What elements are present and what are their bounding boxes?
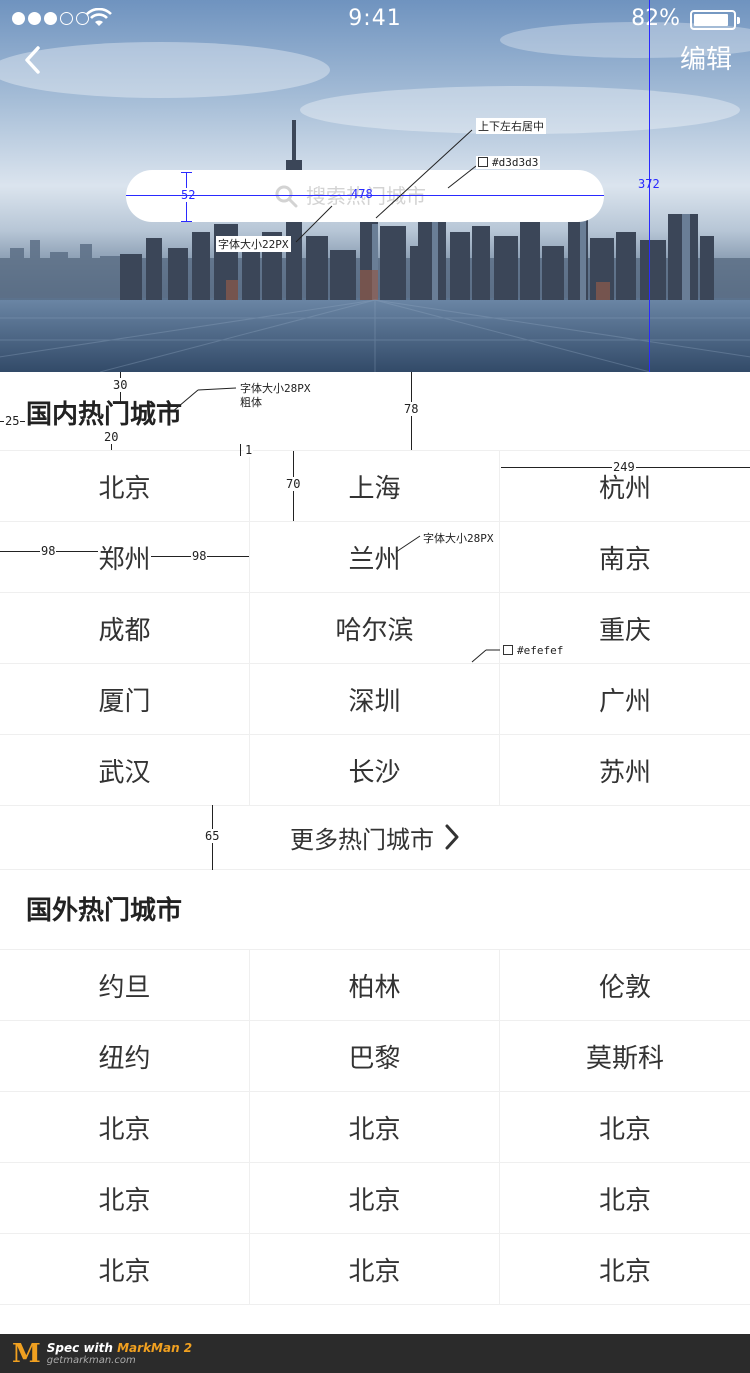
annotation-leaders — [171, 129, 500, 663]
measure-label: 98 — [40, 544, 57, 558]
note-search-color-text: #d3d3d3 — [492, 156, 539, 169]
city-cell[interactable]: 苏州 — [500, 735, 750, 805]
city-cell[interactable]: 约旦 — [0, 950, 250, 1020]
measure-line — [240, 444, 241, 456]
city-cell[interactable]: 长沙 — [250, 735, 500, 805]
note-title-font: 字体大小28PX 粗体 — [240, 382, 311, 410]
note-cell-font: 字体大小28PX — [421, 530, 496, 546]
city-cell[interactable]: 纽约 — [0, 1021, 250, 1091]
city-cell[interactable]: 莫斯科 — [500, 1021, 750, 1091]
city-cell[interactable]: 北京 — [250, 1092, 500, 1162]
city-cell[interactable]: 武汉 — [0, 735, 250, 805]
city-cell[interactable]: 柏林 — [250, 950, 500, 1020]
measure-label: 70 — [285, 477, 302, 491]
note-divider-color: #efefef — [501, 644, 566, 657]
markman-credit: Spec with MarkMan 2 getmarkman.com — [47, 1341, 192, 1367]
city-cell[interactable]: 北京 — [250, 1234, 500, 1304]
note-search-color: #d3d3d3 — [476, 156, 541, 169]
note-center: 上下左右居中 — [476, 118, 546, 134]
city-cell[interactable]: 巴黎 — [250, 1021, 500, 1091]
measure-label: 25 — [4, 414, 21, 428]
note-search-font: 字体大小22PX — [216, 236, 291, 252]
city-cell[interactable]: 北京 — [250, 1163, 500, 1233]
footer-brand: MarkMan 2 — [117, 1340, 193, 1355]
note-title-font-2: 粗体 — [240, 396, 262, 409]
city-row: 武汉 长沙 苏州 — [0, 735, 750, 806]
city-row: 北京 北京 北京 — [0, 1092, 750, 1163]
city-cell[interactable]: 伦敦 — [500, 950, 750, 1020]
note-divider-color-text: #efefef — [517, 644, 564, 657]
city-cell[interactable]: 北京 — [500, 1234, 750, 1304]
footer-site: getmarkman.com — [46, 1354, 136, 1366]
footer-spec-text: Spec with — [46, 1340, 113, 1355]
measure-label: 30 — [112, 378, 129, 392]
measure-label: 65 — [204, 829, 221, 843]
city-row: 约旦 柏林 伦敦 — [0, 950, 750, 1021]
more-cities-button[interactable]: 更多热门城市 — [0, 805, 750, 870]
markman-logo-icon: M — [12, 1338, 41, 1369]
city-cell[interactable]: 北京 — [0, 1234, 250, 1304]
foreign-section-title: 国外热门城市 — [26, 896, 183, 926]
measure-label: 98 — [191, 549, 208, 563]
note-title-font-1: 字体大小28PX — [240, 382, 311, 395]
city-cell[interactable]: 北京 — [0, 1163, 250, 1233]
measure-label: 20 — [103, 430, 120, 444]
measure-label: 249 — [612, 460, 636, 474]
city-row: 北京 北京 北京 — [0, 1163, 750, 1234]
city-cell[interactable]: 北京 — [500, 1092, 750, 1162]
chevron-right-icon — [445, 824, 459, 850]
more-cities-label: 更多热门城市 — [290, 825, 434, 854]
measure-label: 1 — [244, 443, 254, 457]
foreign-city-grid: 约旦 柏林 伦敦 纽约 巴黎 莫斯科 北京 北京 北京 北京 北京 北京 北京 … — [0, 949, 750, 1305]
city-cell[interactable]: 北京 — [0, 1092, 250, 1162]
city-row: 北京 北京 北京 — [0, 1234, 750, 1305]
measure-label: 78 — [403, 402, 420, 416]
city-cell[interactable]: 北京 — [500, 1163, 750, 1233]
city-row: 纽约 巴黎 莫斯科 — [0, 1021, 750, 1092]
markman-footer: M Spec with MarkMan 2 getmarkman.com — [0, 1334, 750, 1373]
